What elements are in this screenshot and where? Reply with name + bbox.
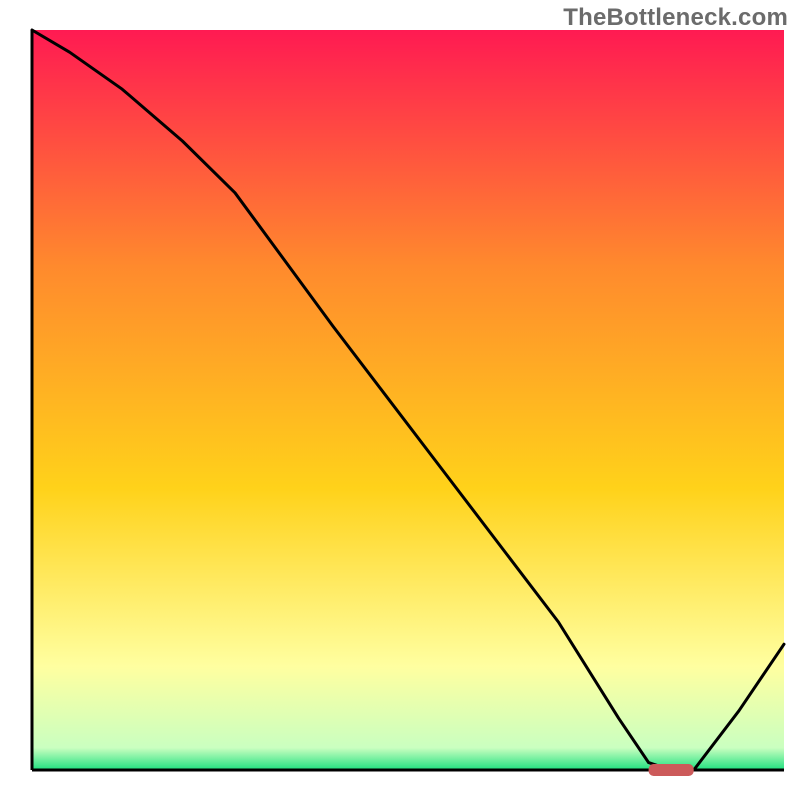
gradient-background bbox=[32, 30, 784, 770]
bottleneck-plot bbox=[0, 0, 800, 800]
minimum-marker bbox=[649, 764, 694, 776]
watermark-text: TheBottleneck.com bbox=[563, 4, 788, 32]
chart-frame: TheBottleneck.com bbox=[0, 0, 800, 800]
